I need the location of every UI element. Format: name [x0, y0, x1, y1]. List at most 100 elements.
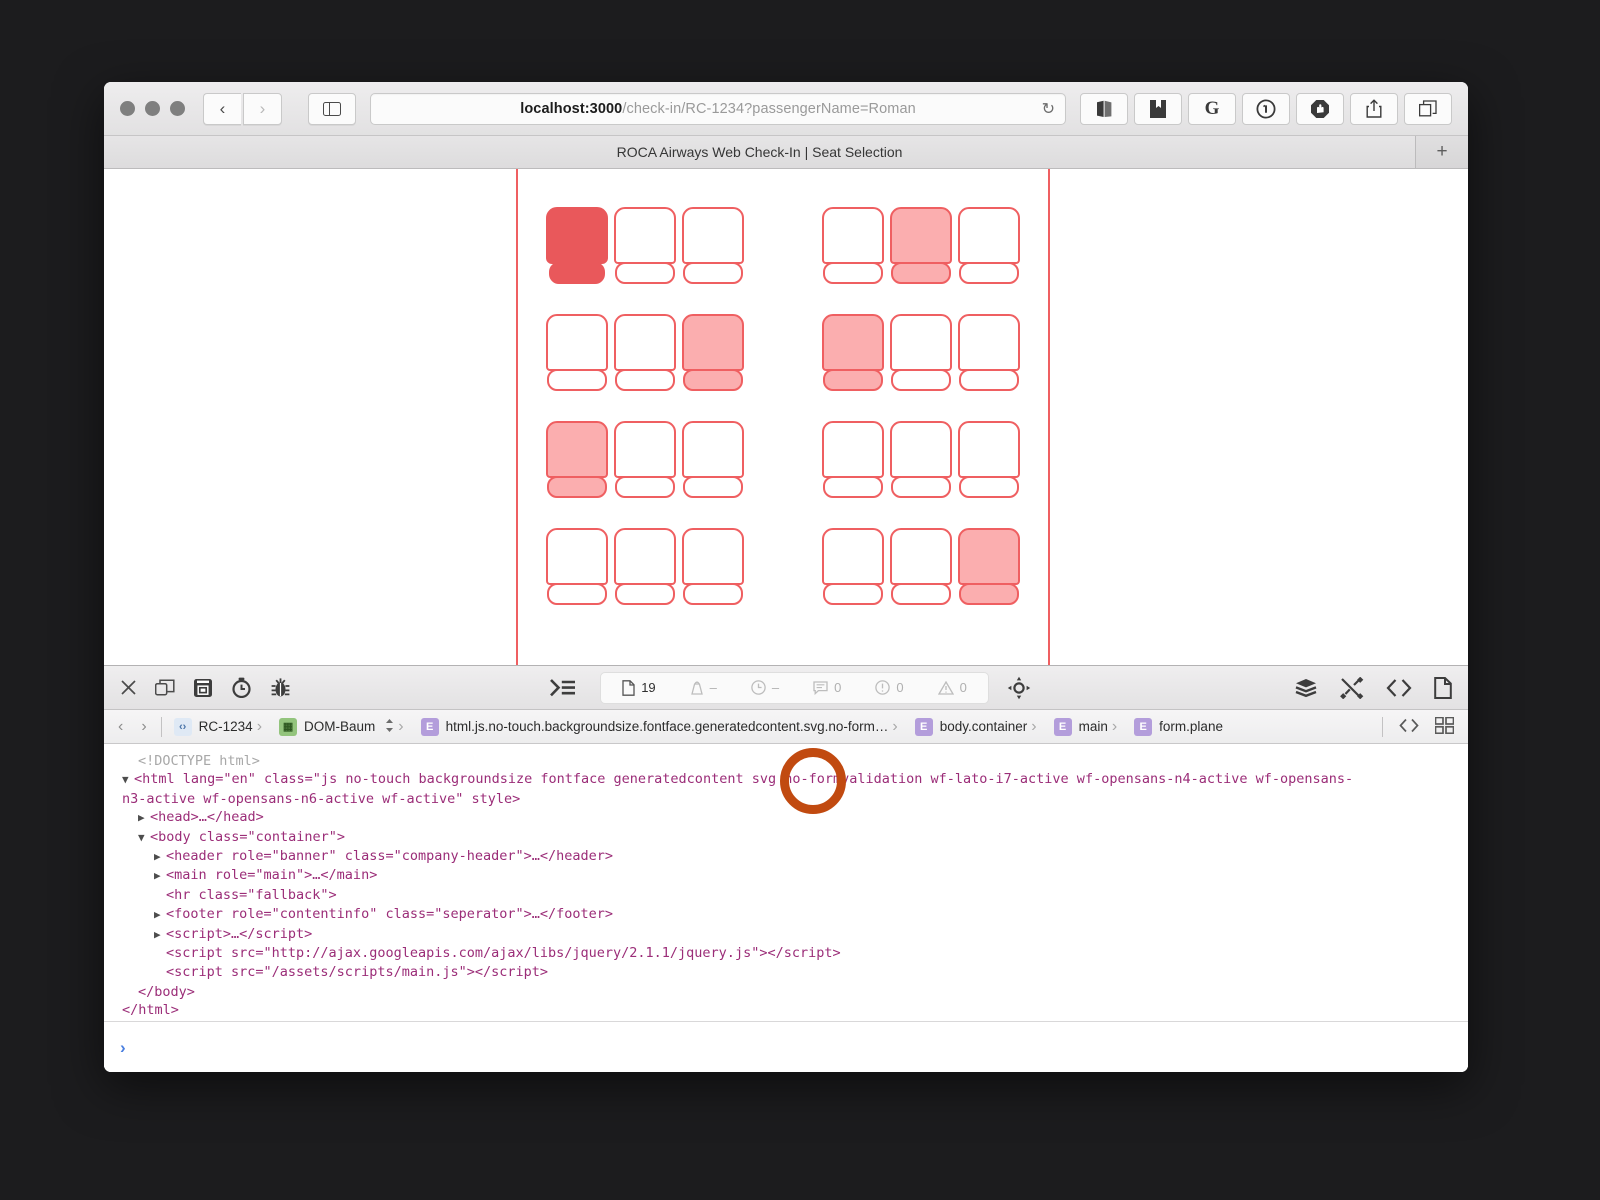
dom-line-html-open[interactable]: ▼ <html lang="en" class="js no-touch back…	[122, 770, 1468, 789]
breadcrumb-item-5[interactable]: Emain	[1027, 717, 1108, 736]
adblock-icon[interactable]	[1296, 92, 1344, 125]
seat-cushion	[959, 476, 1019, 498]
breadcrumb-el-icon: E	[420, 717, 439, 736]
resource-count[interactable]: 19	[605, 679, 672, 696]
breadcrumb-back-button[interactable]: ‹	[118, 718, 123, 736]
seat-back	[682, 421, 744, 478]
share-icon[interactable]	[1350, 92, 1398, 125]
new-tab-button[interactable]: +	[1416, 136, 1468, 168]
select-node-icon[interactable]	[1007, 676, 1031, 700]
breadcrumb-stepper-icon[interactable]	[385, 718, 394, 736]
disclosure-triangle-icon[interactable]: ▶	[154, 867, 166, 885]
dom-line-main[interactable]: ▶ <main role="main">…</main>	[122, 866, 1468, 885]
dom-line-head[interactable]: ▶ <head>…</head>	[122, 808, 1468, 827]
bookmarks-icon[interactable]	[1134, 92, 1182, 125]
close-window-button[interactable]	[120, 101, 135, 116]
grid-layout-icon[interactable]	[1434, 716, 1455, 737]
seat-left-4-3[interactable]	[682, 528, 744, 605]
seat-right-1-2[interactable]	[890, 207, 952, 284]
dom-tree: <!DOCTYPE html> ▼ <html lang="en" class="…	[104, 744, 1468, 1021]
show-tabs-icon[interactable]	[1404, 92, 1452, 125]
close-devtools-icon[interactable]	[120, 679, 137, 696]
dom-line-hr[interactable]: <hr class="fallback">	[122, 886, 1468, 905]
grammarly-icon[interactable]: G	[1188, 92, 1236, 125]
minimize-window-button[interactable]	[145, 101, 160, 116]
resource-size[interactable]: –	[673, 680, 734, 695]
console-input-row[interactable]: ›	[104, 1022, 1468, 1072]
breadcrumb-item-1[interactable]: ‹› RC-1234	[173, 717, 253, 736]
dom-line-header[interactable]: ▶ <header role="banner" class="company-he…	[122, 847, 1468, 866]
window-controls[interactable]	[120, 101, 185, 116]
disclosure-triangle-icon[interactable]: ▼	[122, 771, 134, 789]
dom-line-script-jquery[interactable]: <script src="http://ajax.googleapis.com/…	[122, 944, 1468, 963]
styles-icon[interactable]	[1340, 676, 1364, 699]
seat-left-2-2[interactable]	[614, 314, 676, 391]
code-icon[interactable]	[1386, 678, 1412, 698]
load-time[interactable]: –	[734, 680, 796, 695]
breadcrumb-item-4[interactable]: Ebody.container	[888, 717, 1027, 736]
seat-right-1-1[interactable]	[822, 207, 884, 284]
forward-button[interactable]: ›	[243, 92, 282, 125]
seat-right-2-2[interactable]	[890, 314, 952, 391]
seat-left-1-3[interactable]	[682, 207, 744, 284]
seat-left-2-3[interactable]	[682, 314, 744, 391]
seat-right-3-1[interactable]	[822, 421, 884, 498]
disclosure-triangle-icon[interactable]: ▶	[154, 848, 166, 866]
disclosure-triangle-icon[interactable]: ▼	[138, 829, 150, 847]
dom-line-script-inline[interactable]: ▶ <script>…</script>	[122, 925, 1468, 944]
seat-left-2-1[interactable]	[546, 314, 608, 391]
reload-icon[interactable]: ↻	[1042, 99, 1055, 119]
console-prompt-icon[interactable]	[550, 678, 576, 698]
seat-left-3-3[interactable]	[682, 421, 744, 498]
seat-back	[614, 207, 676, 264]
seat-left-4-1[interactable]	[546, 528, 608, 605]
url-bar[interactable]: localhost:3000/check-in/RC-1234?passenge…	[370, 92, 1066, 125]
sidebar-icon[interactable]	[308, 92, 356, 125]
seat-right-2-1[interactable]	[822, 314, 884, 391]
back-button[interactable]: ‹	[203, 92, 241, 125]
dom-line-body-open[interactable]: ▼ <body class="container">	[122, 828, 1468, 847]
seat-right-4-1[interactable]	[822, 528, 884, 605]
elements-panel-icon[interactable]	[193, 678, 213, 698]
seat-right-3-3[interactable]	[958, 421, 1020, 498]
dom-line-header-text: <header role="banner" class="company-hea…	[166, 848, 614, 865]
log-count[interactable]: 0	[796, 680, 858, 695]
breadcrumb-forward-button[interactable]: ›	[141, 718, 146, 736]
warning-count[interactable]: 0	[921, 680, 984, 695]
seat-right-4-2[interactable]	[890, 528, 952, 605]
seat-right-2-3[interactable]	[958, 314, 1020, 391]
dom-line-hr-text: <hr class="fallback">	[166, 886, 337, 903]
breadcrumb-item-3[interactable]: Ehtml.js.no-touch.backgroundsize.fontfac…	[394, 717, 888, 736]
document-icon[interactable]	[1434, 676, 1452, 699]
dom-line-footer[interactable]: ▶ <footer role="contentinfo" class="seper…	[122, 905, 1468, 924]
onepassword-icon[interactable]	[1242, 92, 1290, 125]
debugger-panel-icon[interactable]	[270, 677, 291, 698]
disclosure-triangle-icon[interactable]: ▶	[154, 906, 166, 924]
tab-seat-selection[interactable]: ROCA Airways Web Check-In | Seat Selecti…	[104, 136, 1416, 168]
dom-line-script-main[interactable]: <script src="/assets/scripts/main.js"></…	[122, 963, 1468, 982]
error-count[interactable]: 0	[858, 680, 920, 695]
seat-right-3-2[interactable]	[890, 421, 952, 498]
undock-panel-icon[interactable]	[155, 679, 175, 696]
disclosure-triangle-icon[interactable]: ▶	[138, 809, 150, 827]
source-code-icon[interactable]	[1399, 718, 1419, 736]
seat-back	[822, 421, 884, 478]
timeline-panel-icon[interactable]	[231, 677, 252, 698]
seat-left-4-2[interactable]	[614, 528, 676, 605]
zoom-window-button[interactable]	[170, 101, 185, 116]
seat-cushion	[547, 476, 607, 498]
seat-right-1-3[interactable]	[958, 207, 1020, 284]
seat-left-1-1[interactable]	[546, 207, 608, 284]
seat-left-3-1[interactable]	[546, 421, 608, 498]
breadcrumb-item-6[interactable]: Eform.plane	[1108, 717, 1223, 736]
dom-line-body-open-text: <body class="container">	[150, 828, 346, 845]
disclosure-triangle-icon[interactable]: ▶	[154, 926, 166, 944]
seat-right-4-3[interactable]	[958, 528, 1020, 605]
breadcrumb-item-2[interactable]: ▦ DOM-Baum	[253, 717, 395, 736]
seat-left-1-2[interactable]	[614, 207, 676, 284]
seat-cushion	[683, 369, 743, 391]
layers-icon[interactable]	[1294, 678, 1318, 698]
seat-left-3-2[interactable]	[614, 421, 676, 498]
seat-cushion	[683, 262, 743, 284]
reading-list-icon[interactable]	[1080, 92, 1128, 125]
